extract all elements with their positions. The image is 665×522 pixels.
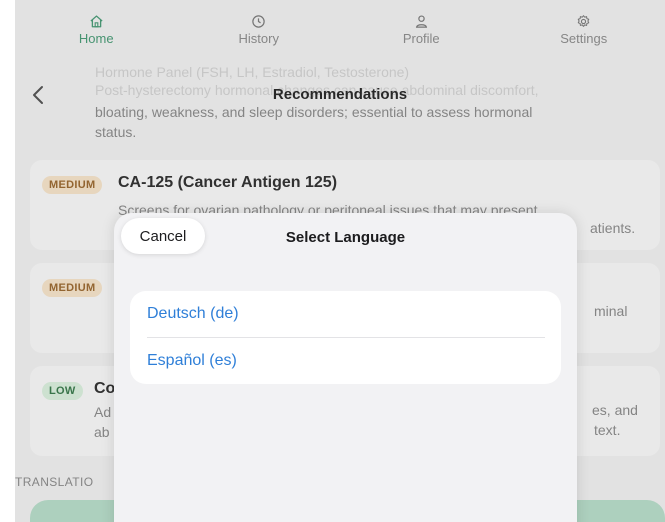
sheet-title: Select Language bbox=[285, 229, 406, 246]
language-list: Deutsch (de) Español (es) bbox=[130, 291, 561, 384]
language-option-de[interactable]: Deutsch (de) bbox=[130, 291, 561, 337]
language-picker-sheet: Cancel Select Language Deutsch (de) Espa… bbox=[114, 213, 577, 522]
language-option-es[interactable]: Español (es) bbox=[130, 338, 561, 384]
